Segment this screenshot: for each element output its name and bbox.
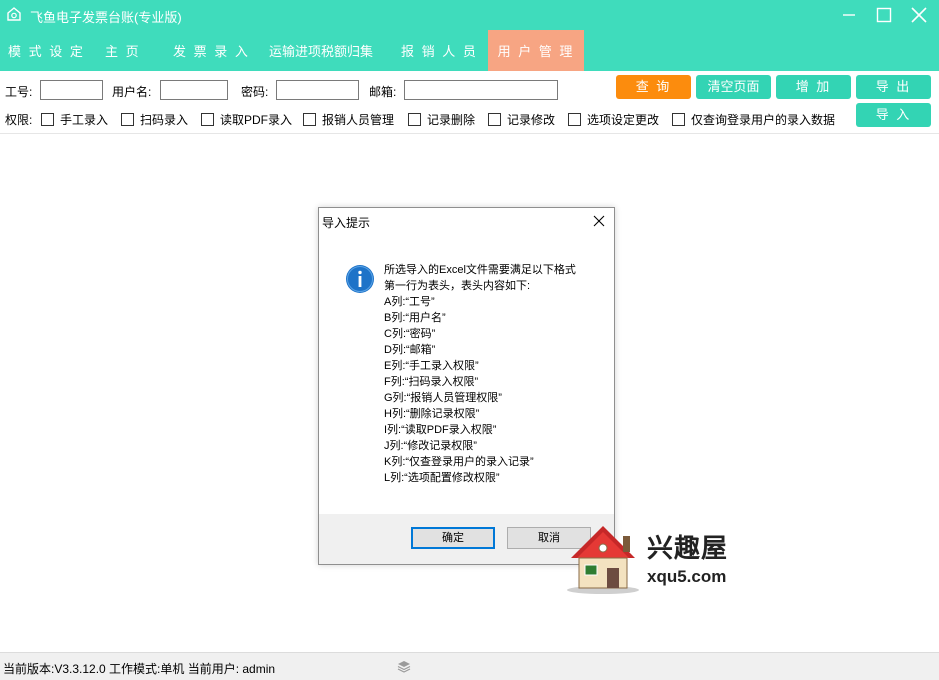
checkbox[interactable]	[672, 113, 685, 126]
layers-icon	[397, 661, 411, 673]
add-button[interactable]: 增 加	[776, 75, 851, 99]
app-title: 飞鱼电子发票台账(专业版)	[30, 10, 182, 25]
dialog-message: 所选导入的Excel文件需要满足以下格式 第一行为表头，表头内容如下: A列:“…	[384, 262, 576, 486]
perm-pdf-entry[interactable]: 读取PDF录入	[201, 112, 292, 128]
password-label: 密码:	[241, 85, 269, 99]
perm-staff-management[interactable]: 报销人员管理	[303, 112, 394, 128]
watermark-name: 兴趣屋	[647, 533, 729, 563]
perm-option-change[interactable]: 选项设定更改	[568, 112, 659, 128]
perm-scan-entry[interactable]: 扫码录入	[121, 112, 188, 128]
dialog-line: D列:“邮箱”	[384, 344, 436, 356]
email-input[interactable]	[404, 80, 558, 100]
username-label: 用户名:	[112, 85, 152, 99]
ok-button[interactable]: 确定	[411, 527, 495, 549]
minimize-icon[interactable]	[838, 4, 860, 26]
export-button[interactable]: 导 出	[856, 75, 931, 99]
checkbox[interactable]	[303, 113, 316, 126]
dialog-close-icon[interactable]	[593, 215, 605, 227]
perm-record-delete[interactable]: 记录删除	[408, 112, 475, 128]
menu-mode-settings[interactable]: 模 式 设 定	[8, 30, 85, 71]
perm-record-edit[interactable]: 记录修改	[488, 112, 555, 128]
email-label: 邮箱:	[369, 85, 397, 99]
dialog-line: L列:“选项配置修改权限”	[384, 472, 500, 484]
app-logo-icon	[7, 7, 21, 21]
status-text: 当前版本:V3.3.12.0 工作模式:单机 当前用户: admin	[3, 662, 276, 676]
permissions-label: 权限:	[5, 113, 33, 127]
checkbox[interactable]	[568, 113, 581, 126]
divider	[0, 133, 939, 134]
username-input[interactable]	[160, 80, 228, 100]
menu-bar: 模 式 设 定 主 页 发 票 录 入 运输进项税额归集 报 销 人 员 用 户…	[0, 30, 939, 71]
checkbox[interactable]	[408, 113, 421, 126]
menu-user-management[interactable]: 用 户 管 理	[488, 30, 584, 71]
password-input[interactable]	[276, 80, 359, 100]
employee-id-input[interactable]	[40, 80, 103, 100]
query-button[interactable]: 查 询	[616, 75, 691, 99]
dialog-line: F列:“扫码录入权限”	[384, 376, 479, 388]
dialog-line: G列:“报销人员管理权限”	[384, 392, 502, 404]
checkbox[interactable]	[201, 113, 214, 126]
dialog-line: C列:“密码”	[384, 328, 436, 340]
dialog-line: A列:“工号”	[384, 296, 435, 308]
import-hint-dialog: 导入提示 所选导入的Excel文件需要满足以下格式 第一行为表头，表头内容如下:…	[318, 207, 615, 565]
dialog-line: 第一行为表头，表头内容如下:	[384, 280, 531, 292]
dialog-line: H列:“删除记录权限”	[384, 408, 480, 420]
menu-reimbursement-staff[interactable]: 报 销 人 员	[401, 30, 478, 71]
close-icon[interactable]	[908, 4, 930, 26]
menu-home[interactable]: 主 页	[105, 30, 141, 71]
employee-id-label: 工号:	[5, 85, 33, 99]
checkbox[interactable]	[488, 113, 501, 126]
clear-page-button[interactable]: 清空页面	[696, 75, 771, 99]
dialog-line: J列:“修改记录权限”	[384, 440, 477, 452]
dialog-title: 导入提示	[322, 216, 371, 230]
perm-manual-entry[interactable]: 手工录入	[41, 112, 108, 128]
status-bar: 当前版本:V3.3.12.0 工作模式:单机 当前用户: admin	[0, 652, 939, 680]
import-button[interactable]: 导 入	[856, 103, 931, 127]
watermark-url: xqu5.com	[647, 567, 727, 586]
dialog-line: E列:“手工录入权限”	[384, 360, 479, 372]
title-bar: 飞鱼电子发票台账(专业版)	[0, 0, 939, 30]
dialog-line: I列:“读取PDF录入权限”	[384, 424, 497, 436]
menu-invoice-entry[interactable]: 发 票 录 入	[173, 30, 250, 71]
perm-own-data-only[interactable]: 仅查询登录用户的录入数据	[672, 112, 835, 128]
maximize-icon[interactable]	[873, 4, 895, 26]
dialog-line: K列:“仅查登录用户的录入记录”	[384, 456, 534, 468]
menu-transport-tax[interactable]: 运输进项税额归集	[269, 30, 373, 71]
checkbox[interactable]	[41, 113, 54, 126]
info-icon	[346, 265, 374, 293]
dialog-line: B列:“用户名”	[384, 312, 446, 324]
checkbox[interactable]	[121, 113, 134, 126]
dialog-line: 所选导入的Excel文件需要满足以下格式	[384, 264, 576, 276]
